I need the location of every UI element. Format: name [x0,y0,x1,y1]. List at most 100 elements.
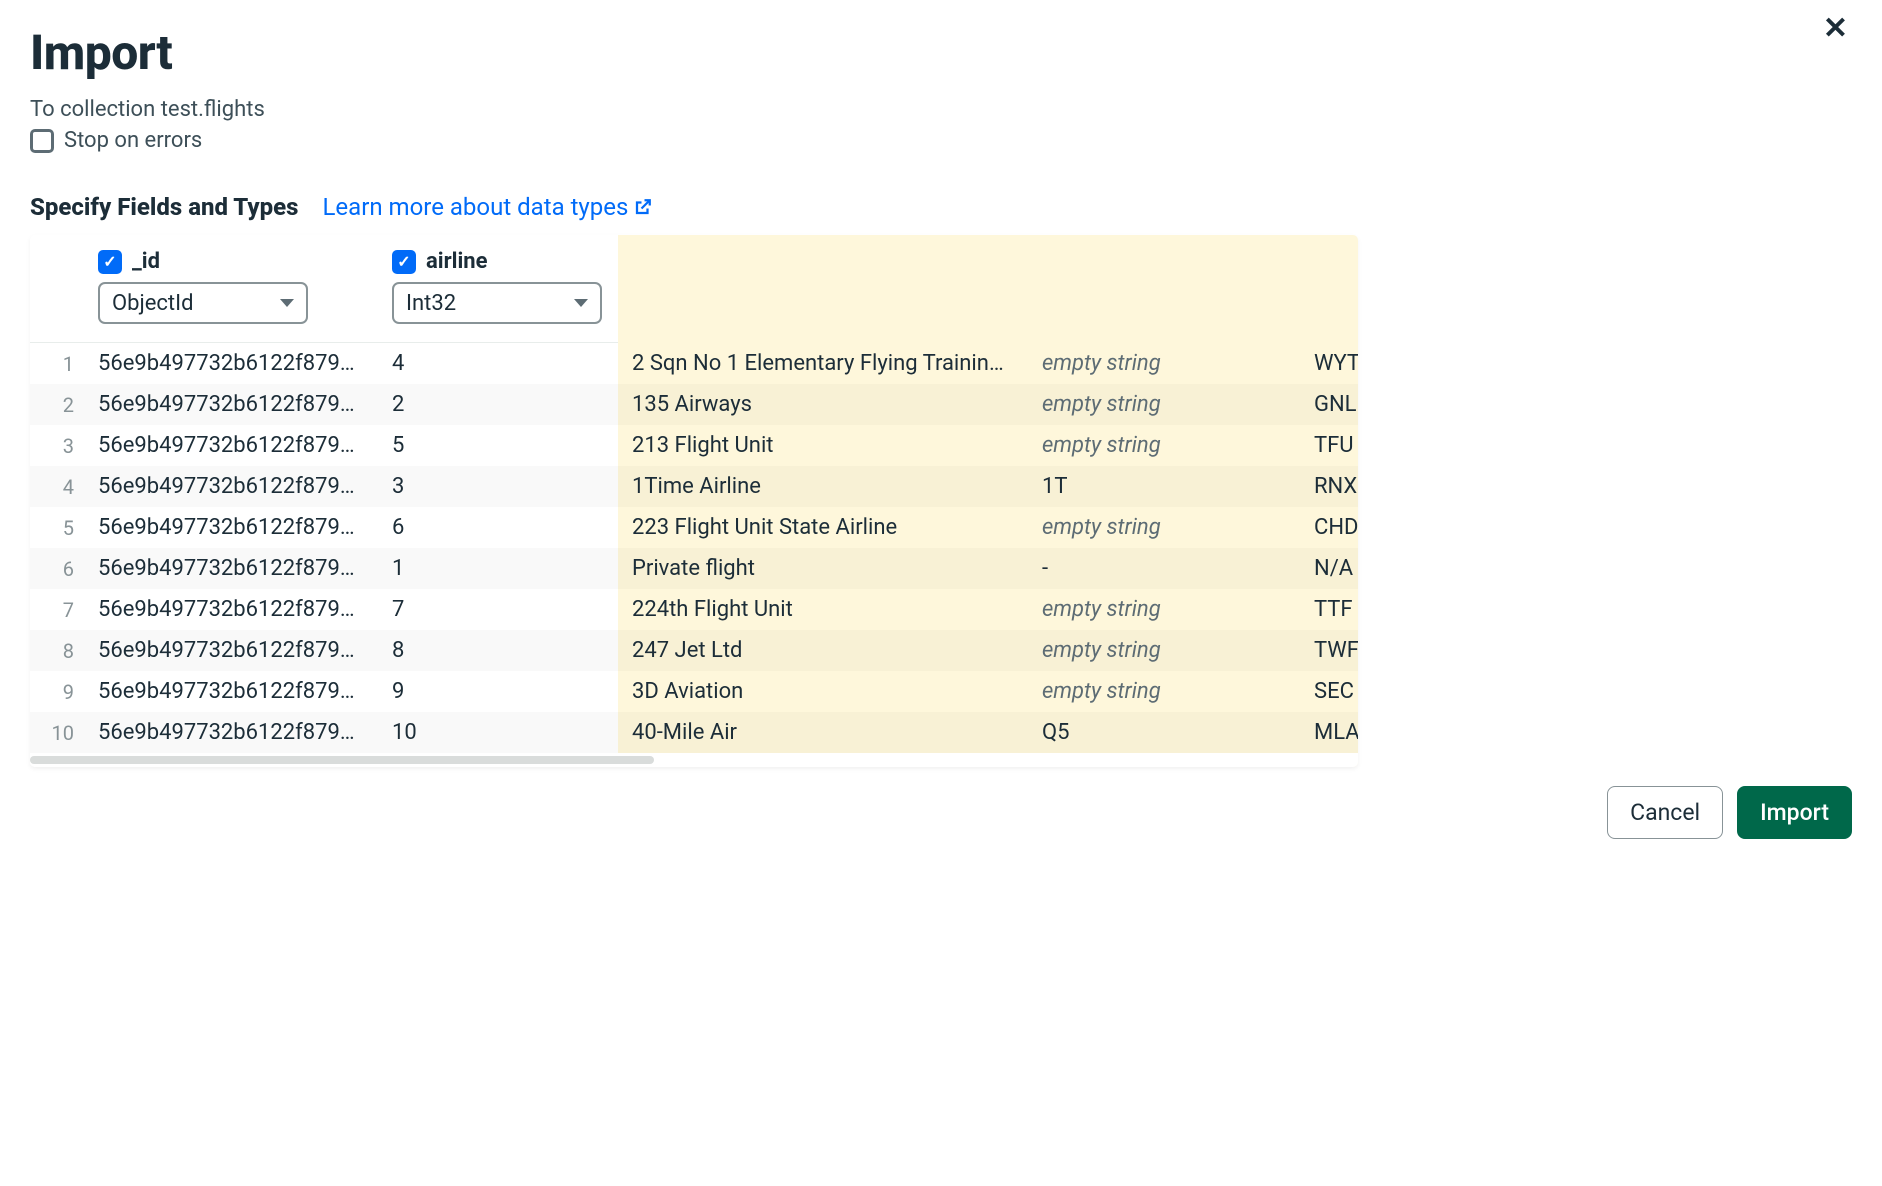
table-row: 1056e9b497732b6122f87902891040-Mile AirQ… [30,712,1358,753]
column-type-select[interactable]: ObjectId [98,282,308,324]
external-link-icon [634,198,652,216]
cell: TFU [1300,433,1358,458]
table-body: 156e9b497732b6122f879028042 Sqn No 1 Ele… [30,343,1358,753]
cell: TWF [1300,638,1358,663]
cell: 56e9b497732b6122f8790283 [84,474,378,499]
row-number: 8 [30,639,84,663]
cell: 56e9b497732b6122f8790288 [84,679,378,704]
cell: 135 Airways [618,392,1028,417]
column-type-value: ObjectId [112,291,194,316]
column-header-id: _id ObjectId [84,235,378,342]
to-collection-prefix: To collection [30,97,161,122]
import-button[interactable]: Import [1737,786,1852,839]
preview-table: _idObjectId airlineInt32 nameMixedi alia… [30,235,1358,767]
to-collection-line: To collection test.flights [30,97,1852,122]
cell: 6 [378,515,618,540]
cell: Private flight [618,556,1028,581]
column-name-label: _id [132,249,160,274]
row-number: 5 [30,516,84,540]
cell: 56e9b497732b6122f8790281 [84,392,378,417]
cell: GNL [1300,392,1358,417]
cell: 7 [378,597,618,622]
import-modal: ✕ Import To collection test.flights Stop… [0,0,1882,1186]
modal-footer: Cancel Import [1607,786,1852,839]
row-number: 6 [30,557,84,581]
column-type-value: Int32 [406,291,456,316]
cell: 56e9b497732b6122f8790280 [84,351,378,376]
cell: empty string [1028,638,1300,663]
cell: 56e9b497732b6122f8790289 [84,720,378,745]
horizontal-scrollbar-thumb[interactable] [30,756,654,764]
row-number: 4 [30,475,84,499]
cell: 56e9b497732b6122f8790282 [84,433,378,458]
stop-on-errors-checkbox[interactable] [30,129,54,153]
cell: 1 [378,556,618,581]
cell: empty string [1028,597,1300,622]
specify-fields-row: Specify Fields and Types Learn more abou… [30,193,1852,221]
table-row: 556e9b497732b6122f87902846223 Flight Uni… [30,507,1358,548]
stop-on-errors-label: Stop on errors [64,128,202,153]
column-include-checkbox[interactable] [98,250,122,274]
row-number: 1 [30,352,84,376]
chevron-down-icon [280,299,294,307]
cell: N/A [1300,556,1358,581]
cell: 1Time Airline [618,474,1028,499]
cell: 40-Mile Air [618,720,1028,745]
learn-data-types-link[interactable]: Learn more about data types [323,193,653,221]
close-icon: ✕ [1823,11,1848,46]
cell: 56e9b497732b6122f8790285 [84,556,378,581]
chevron-down-icon [574,299,588,307]
row-number: 9 [30,680,84,704]
column-include-checkbox[interactable] [392,250,416,274]
modal-title: Import [30,24,1852,81]
cell: empty string [1028,679,1300,704]
horizontal-scrollbar-track[interactable] [30,753,1358,767]
cell: CHD [1300,515,1358,540]
cell: empty string [1028,351,1300,376]
cell: 2 [378,392,618,417]
cell: 5 [378,433,618,458]
row-number: 7 [30,598,84,622]
cell: 2 Sqn No 1 Elementary Flying Training Sc… [618,351,1028,376]
to-collection-name: test.flights [161,97,265,122]
table-row: 756e9b497732b6122f87902867224th Flight U… [30,589,1358,630]
cell: TTF [1300,597,1358,622]
cell: WYT [1300,351,1358,376]
cell: 10 [378,720,618,745]
table-row: 656e9b497732b6122f87902851Private flight… [30,548,1358,589]
column-name-label: airline [426,249,488,274]
cell: empty string [1028,392,1300,417]
cell: RNX [1300,474,1358,499]
cell: 247 Jet Ltd [618,638,1028,663]
table-row: 956e9b497732b6122f879028893D Aviationemp… [30,671,1358,712]
cell: 1T [1028,474,1300,499]
stop-on-errors-row: Stop on errors [30,128,1852,153]
cell: 9 [378,679,618,704]
table-row: 156e9b497732b6122f879028042 Sqn No 1 Ele… [30,343,1358,384]
row-number: 3 [30,434,84,458]
cell: empty string [1028,515,1300,540]
column-type-select[interactable]: Int32 [392,282,602,324]
cell: 4 [378,351,618,376]
cell: - [1028,556,1300,581]
table-row: 256e9b497732b6122f87902812135 Airwaysemp… [30,384,1358,425]
cell: 213 Flight Unit [618,433,1028,458]
row-number: 10 [30,721,84,745]
column-header-airline: airline Int32 [378,235,618,342]
cell: 3D Aviation [618,679,1028,704]
table-row: 856e9b497732b6122f87902878247 Jet Ltdemp… [30,630,1358,671]
cell: empty string [1028,433,1300,458]
cell: 3 [378,474,618,499]
cell: 56e9b497732b6122f8790284 [84,515,378,540]
learn-link-text: Learn more about data types [323,193,629,221]
row-number: 2 [30,393,84,417]
table-row: 456e9b497732b6122f879028331Time Airline1… [30,466,1358,507]
cell: Q5 [1028,720,1300,745]
cell: 224th Flight Unit [618,597,1028,622]
cell: MLA [1300,720,1358,745]
table-row: 356e9b497732b6122f87902825213 Flight Uni… [30,425,1358,466]
specify-fields-label: Specify Fields and Types [30,193,299,221]
cancel-button[interactable]: Cancel [1607,786,1723,839]
close-button[interactable]: ✕ [1819,10,1852,48]
cell: SEC [1300,679,1358,704]
